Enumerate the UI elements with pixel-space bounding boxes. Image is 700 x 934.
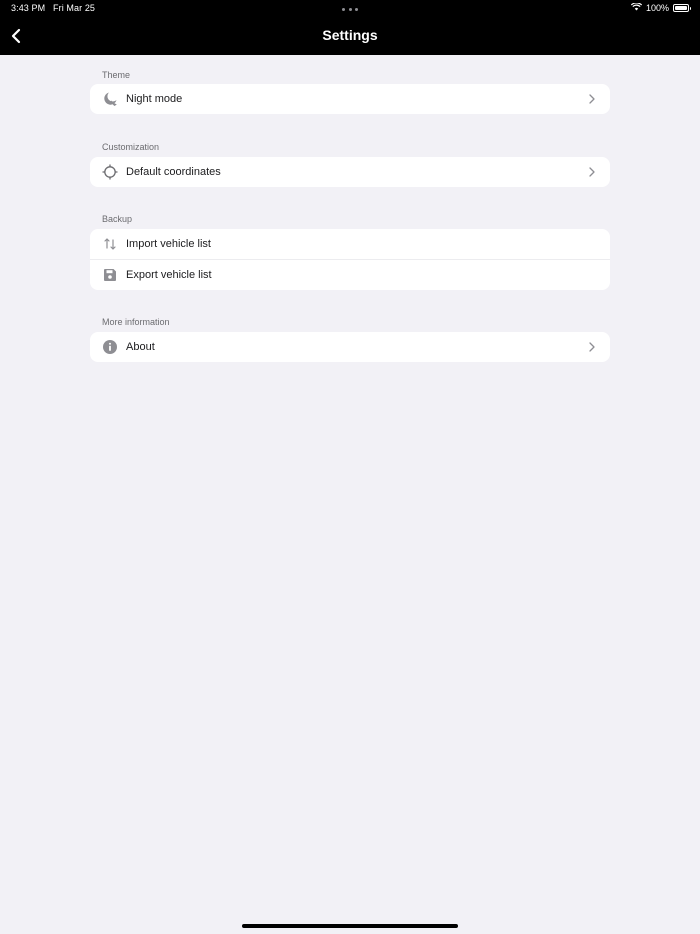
battery-icon (673, 4, 691, 12)
page-title: Settings (322, 27, 378, 43)
import-vehicle-list-label: Import vehicle list (126, 238, 211, 250)
section-label-more-information: More information (102, 317, 170, 327)
navigation-bar: 3:43 PM Fri Mar 25 100% Settings (0, 0, 700, 55)
theme-card: Night mode (90, 84, 610, 114)
night-mode-label: Night mode (126, 93, 183, 105)
chevron-right-icon (589, 167, 595, 177)
section-label-customization: Customization (102, 142, 160, 152)
more-information-card: About (90, 332, 610, 362)
moon-icon (102, 91, 118, 107)
home-indicator[interactable] (242, 924, 458, 928)
section-label-backup: Backup (102, 214, 133, 224)
wifi-icon (630, 2, 643, 13)
status-date-text: Fri Mar 25 (53, 3, 96, 13)
import-arrows-icon (102, 236, 118, 252)
chevron-right-icon (589, 342, 595, 352)
backup-card: Import vehicle list Export vehicle list (90, 229, 610, 290)
status-bar-time: 3:43 PM Fri Mar 25 (11, 3, 95, 13)
about-row[interactable]: About (90, 332, 610, 362)
default-coordinates-row[interactable]: Default coordinates (90, 157, 610, 187)
about-label: About (126, 341, 155, 353)
info-icon (102, 339, 118, 355)
status-time-text: 3:43 PM (11, 3, 46, 13)
battery-percent: 100% (645, 3, 669, 13)
save-disk-icon (102, 267, 118, 283)
customization-card: Default coordinates (90, 157, 610, 187)
night-mode-row[interactable]: Night mode (90, 84, 610, 114)
status-bar-right: 100% (630, 2, 691, 13)
crosshair-icon (102, 164, 118, 180)
chevron-right-icon (589, 94, 595, 104)
default-coordinates-label: Default coordinates (126, 166, 221, 178)
export-vehicle-list-row[interactable]: Export vehicle list (90, 259, 610, 290)
section-label-theme: Theme (102, 70, 131, 80)
multitasking-dots-icon[interactable] (342, 8, 358, 11)
import-vehicle-list-row[interactable]: Import vehicle list (90, 229, 610, 259)
export-vehicle-list-label: Export vehicle list (126, 269, 212, 281)
